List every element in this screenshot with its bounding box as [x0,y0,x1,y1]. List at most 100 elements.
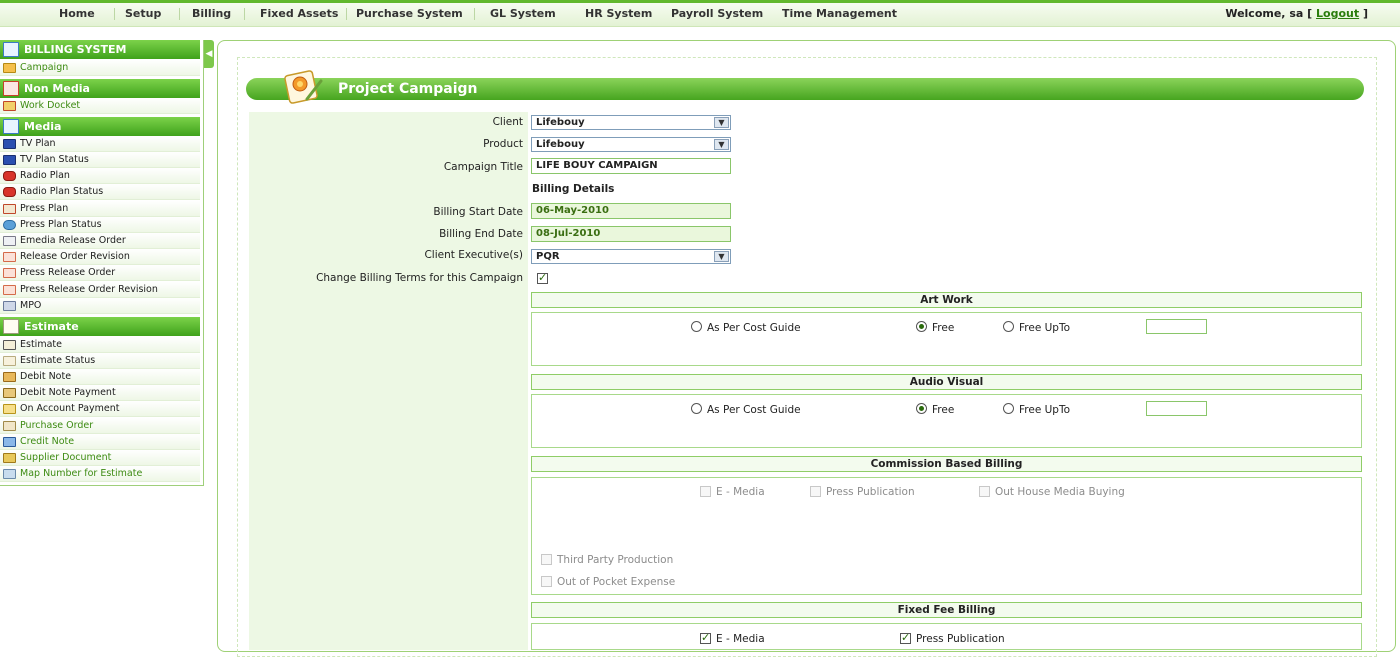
commission-emedia-label: E - Media [716,486,765,498]
change-billing-terms-label: Change Billing Terms for this Campaign [316,272,523,284]
sidebar-item-purchase-order[interactable]: Purchase Order [0,418,200,434]
debit-note-icon [3,372,16,382]
artwork-free-upto-input[interactable] [1146,319,1207,334]
commission-press-publication-label: Press Publication [826,486,915,498]
billing-details-heading: Billing Details [532,183,615,195]
client-select[interactable]: Lifebouy ▼ [531,115,731,130]
nav-hr-system[interactable]: HR System [585,3,652,25]
nav-purchase-system[interactable]: Purchase System [356,3,463,25]
sidebar-item-label: Press Plan [20,203,69,214]
document-icon [3,236,16,246]
commission-third-party-checkbox[interactable] [541,554,552,565]
av-free-upto-radio[interactable] [1003,403,1014,414]
mpo-icon [3,301,16,311]
document-icon [3,268,16,278]
sidebar-item-label: Debit Note Payment [20,387,116,398]
sidebar-item-label: TV Plan Status [20,154,89,165]
fixed-fee-emedia-label: E - Media [716,633,765,645]
artwork-cost-guide-radio[interactable] [691,321,702,332]
billing-end-date-input[interactable]: 08-Jul-2010 [531,226,731,242]
sidebar-item-credit-note[interactable]: Credit Note [0,434,200,450]
campaign-title-input[interactable]: LIFE BOUY CAMPAIGN [531,158,731,174]
sidebar-item-label: Emedia Release Order [20,235,126,246]
commission-section-header: Commission Based Billing [531,456,1362,472]
sidebar-heading-label: Media [24,120,62,133]
tv-icon [3,139,16,149]
sidebar-item-press-release-order-revision[interactable]: Press Release Order Revision [0,282,200,298]
change-billing-terms-checkbox[interactable] [537,271,548,284]
sidebar-item-debit-note[interactable]: Debit Note [0,369,200,385]
nav-separator [179,8,180,20]
note-icon [3,356,16,366]
sidebar-item-label: Press Release Order Revision [20,284,158,295]
artwork-free-upto-label: Free UpTo [1019,322,1071,334]
sidebar-item-work-docket[interactable]: Work Docket [0,98,200,114]
artwork-section-header: Art Work [531,292,1362,308]
tv-icon [3,155,16,165]
sidebar-item-label: Campaign [20,62,69,73]
chevron-down-icon: ▼ [714,139,729,150]
bracket-open: [ [1307,7,1313,20]
estimate-icon [3,319,19,334]
sidebar-item-map-number-for-estimate[interactable]: Map Number for Estimate [0,466,200,482]
logout-link[interactable]: Logout [1316,7,1359,20]
artwork-free-upto-radio[interactable] [1003,321,1014,332]
sidebar-heading-label: Estimate [24,320,79,333]
sidebar-item-supplier-document[interactable]: Supplier Document [0,450,200,466]
commission-out-of-pocket-checkbox[interactable] [541,576,552,587]
chevron-down-icon: ▼ [714,251,729,262]
sidebar-item-label: Credit Note [20,436,75,447]
sidebar-item-label: Purchase Order [20,420,94,431]
nav-separator [244,8,245,20]
collapse-sidebar-button[interactable]: ◀ [204,40,214,68]
sidebar-item-label: Press Release Order [20,267,116,278]
bracket-close: ] [1362,7,1368,20]
sidebar-item-label: MPO [20,300,42,311]
sidebar-item-radio-plan-status[interactable]: Radio Plan Status [0,184,200,200]
nav-gl-system[interactable]: GL System [490,3,556,25]
commission-press-publication-checkbox[interactable] [810,486,821,497]
product-select[interactable]: Lifebouy ▼ [531,137,731,152]
fixed-fee-press-publication-checkbox[interactable] [900,631,911,644]
sidebar-heading-estimate: Estimate [0,317,200,336]
radio-icon [3,187,16,197]
nav-billing[interactable]: Billing [192,3,231,25]
sidebar-item-on-account-payment[interactable]: On Account Payment [0,401,200,417]
ledger-icon [3,340,16,350]
billing-start-date-input[interactable]: 06-May-2010 [531,203,731,219]
client-executive-label: Client Executive(s) [424,249,523,261]
av-free-upto-input[interactable] [1146,401,1207,416]
client-executive-select[interactable]: PQR ▼ [531,249,731,264]
sidebar-item-debit-note-payment[interactable]: Debit Note Payment [0,385,200,401]
artwork-free-label: Free [932,322,955,334]
product-label: Product [483,138,523,150]
sidebar-item-label: On Account Payment [20,403,120,414]
sidebar-heading-label: Non Media [24,82,90,95]
non-media-icon [3,81,19,96]
sidebar-item-estimate[interactable]: Estimate [0,337,200,353]
sidebar-item-label: Work Docket [20,100,81,111]
av-free-radio[interactable] [916,403,927,414]
commission-out-house-checkbox[interactable] [979,486,990,497]
welcome-text: Welcome, [1225,7,1286,20]
artwork-free-radio[interactable] [916,321,927,332]
commission-emedia-checkbox[interactable] [700,486,711,497]
sidebar-item-estimate-status[interactable]: Estimate Status [0,353,200,369]
nav-payroll-system[interactable]: Payroll System [671,3,763,25]
sidebar-heading-billing-system: BILLING SYSTEM [0,40,200,59]
nav-time-management[interactable]: Time Management [782,3,897,25]
nav-setup[interactable]: Setup [125,3,161,25]
map-icon [3,469,16,479]
av-cost-guide-radio[interactable] [691,403,702,414]
sidebar: BILLING SYSTEM Campaign Non Media Work D… [0,40,204,486]
nav-home[interactable]: Home [59,3,95,25]
fixed-fee-emedia-checkbox[interactable] [700,631,711,644]
document-icon [3,252,16,262]
sidebar-item-label: Radio Plan [20,170,70,181]
chevron-down-icon: ▼ [714,117,729,128]
sidebar-item-mpo[interactable]: MPO [0,298,200,314]
grid-icon [3,42,19,57]
nav-fixed-assets[interactable]: Fixed Assets [260,3,338,25]
sidebar-item-campaign[interactable]: Campaign [0,60,200,76]
page-title: Project Campaign [338,81,478,97]
